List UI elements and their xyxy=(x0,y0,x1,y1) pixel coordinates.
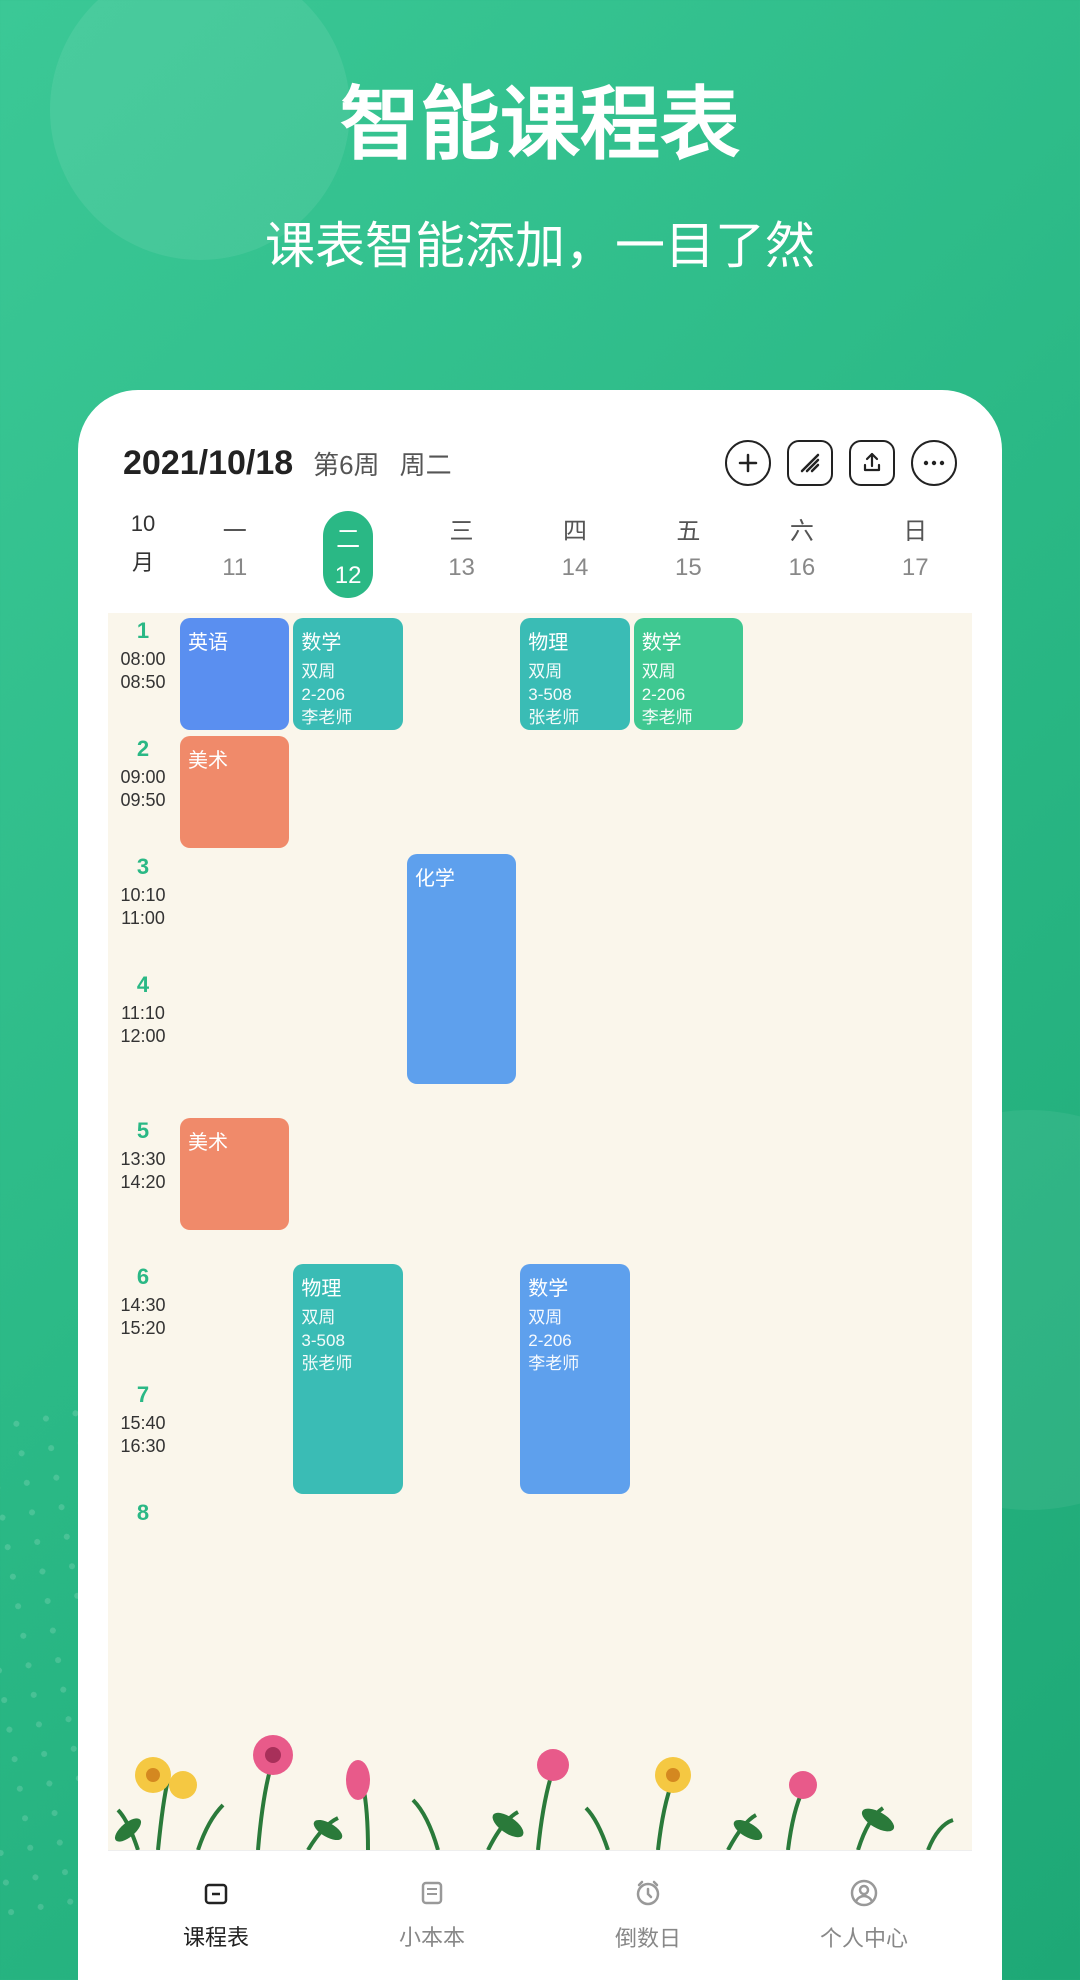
header-week: 第6周 xyxy=(313,445,379,482)
tab-bar: 课程表小本本倒数日个人中心 xyxy=(108,1850,972,1980)
calendar-icon xyxy=(202,1879,230,1912)
course-数学[interactable]: 数学双周2-206李老师 xyxy=(520,1264,629,1494)
time-column: 108:0008:50209:0009:50310:1011:00411:101… xyxy=(108,613,178,1850)
note-icon xyxy=(418,1879,446,1912)
day-col-5 xyxy=(745,613,858,1850)
time-slot-7: 715:4016:30 xyxy=(108,1382,178,1500)
add-icon[interactable] xyxy=(725,440,771,486)
month-column: 10 月 xyxy=(108,511,178,598)
weekday-六[interactable]: 六16 xyxy=(745,511,858,598)
course-物理[interactable]: 物理双周3-508张老师 xyxy=(293,1264,402,1494)
tab-倒数日[interactable]: 倒数日 xyxy=(540,1851,756,1980)
weekday-五[interactable]: 五15 xyxy=(632,511,745,598)
phone-mockup: 2021/10/18 第6周 周二 10 月 xyxy=(78,390,1002,1980)
week-row: 10 月 一11二12三13四14五15六16日17 xyxy=(108,501,972,613)
more-icon[interactable] xyxy=(911,440,957,486)
app-header: 2021/10/18 第6周 周二 xyxy=(108,420,972,501)
day-col-0: 英语美术美术 xyxy=(178,613,291,1850)
day-col-6 xyxy=(859,613,972,1850)
weekday-一[interactable]: 一11 xyxy=(178,511,291,598)
weekday-四[interactable]: 四14 xyxy=(518,511,631,598)
profile-icon xyxy=(849,1878,879,1913)
clock-icon xyxy=(633,1878,663,1913)
course-数学[interactable]: 数学双周2-206李老师 xyxy=(293,618,402,730)
course-美术[interactable]: 美术 xyxy=(180,736,289,848)
schedule-grid[interactable]: 英语美术美术数学双周2-206李老师物理双周3-508张老师化学物理双周3-50… xyxy=(178,613,972,1850)
weekday-三[interactable]: 三13 xyxy=(405,511,518,598)
schedule-body[interactable]: 108:0008:50209:0009:50310:1011:00411:101… xyxy=(108,613,972,1850)
time-slot-2: 209:0009:50 xyxy=(108,736,178,854)
course-化学[interactable]: 化学 xyxy=(407,854,516,1084)
tab-个人中心[interactable]: 个人中心 xyxy=(756,1851,972,1980)
course-英语[interactable]: 英语 xyxy=(180,618,289,730)
share-icon[interactable] xyxy=(849,440,895,486)
time-slot-4: 411:1012:00 xyxy=(108,972,178,1090)
day-col-2: 化学 xyxy=(405,613,518,1850)
course-物理[interactable]: 物理双周3-508张老师 xyxy=(520,618,629,730)
day-col-4: 数学双周2-206李老师 xyxy=(632,613,745,1850)
time-slot-5: 513:3014:20 xyxy=(108,1118,178,1236)
day-col-3: 物理双周3-508张老师数学双周2-206李老师 xyxy=(518,613,631,1850)
course-数学[interactable]: 数学双周2-206李老师 xyxy=(634,618,743,730)
tab-课程表[interactable]: 课程表 xyxy=(108,1851,324,1980)
day-col-1: 数学双周2-206李老师物理双周3-508张老师 xyxy=(291,613,404,1850)
header-weekday: 周二 xyxy=(400,445,452,482)
time-slot-8: 8 xyxy=(108,1500,178,1618)
time-slot-6: 614:3015:20 xyxy=(108,1264,178,1382)
theme-icon[interactable] xyxy=(787,440,833,486)
course-美术[interactable]: 美术 xyxy=(180,1118,289,1230)
tab-小本本[interactable]: 小本本 xyxy=(324,1851,540,1980)
time-slot-3: 310:1011:00 xyxy=(108,854,178,972)
weekday-日[interactable]: 日17 xyxy=(859,511,972,598)
weekday-二[interactable]: 二12 xyxy=(291,511,404,598)
time-slot-1: 108:0008:50 xyxy=(108,618,178,736)
header-date: 2021/10/18 xyxy=(123,444,293,483)
